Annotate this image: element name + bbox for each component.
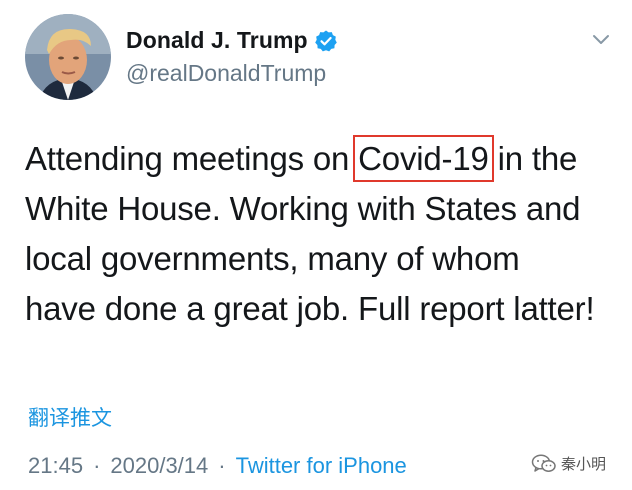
highlighted-keyword: Covid-19 <box>353 135 494 182</box>
wechat-icon <box>531 453 557 474</box>
avatar-image <box>25 14 111 100</box>
tweet-line-1: Attending meetings on Covid-19 in the <box>25 134 625 184</box>
avatar[interactable] <box>25 14 111 100</box>
user-handle[interactable]: @realDonaldTrump <box>126 60 326 87</box>
author-row: Donald J. Trump <box>126 27 338 54</box>
chevron-down-icon[interactable] <box>592 33 610 45</box>
translate-tweet-link[interactable]: 翻译推文 <box>28 402 112 432</box>
display-name[interactable]: Donald J. Trump <box>126 27 308 54</box>
tweet-meta: 21:45 · 2020/3/14 · Twitter for iPhone <box>28 453 407 479</box>
tweet-line-1-before: Attending meetings on <box>25 140 359 177</box>
tweet-time[interactable]: 21:45 <box>28 453 83 479</box>
tweet-line-4: have done a great job. Full report latte… <box>25 290 595 327</box>
tweet-date[interactable]: 2020/3/14 <box>110 453 208 479</box>
tweet-source-link[interactable]: Twitter for iPhone <box>236 453 407 479</box>
watermark-text: 秦小明 <box>561 456 607 473</box>
tweet-line-1-after: in the <box>488 140 578 177</box>
meta-separator: · <box>93 453 101 478</box>
tweet-line-2: White House. Working with States and <box>25 190 581 227</box>
verified-badge-icon <box>314 29 338 53</box>
watermark: 秦小明 <box>531 453 606 474</box>
tweet-text: Attending meetings on Covid-19 in the Wh… <box>25 134 625 334</box>
meta-separator: · <box>218 453 226 478</box>
tweet-line-3: local governments, many of whom <box>25 240 520 277</box>
